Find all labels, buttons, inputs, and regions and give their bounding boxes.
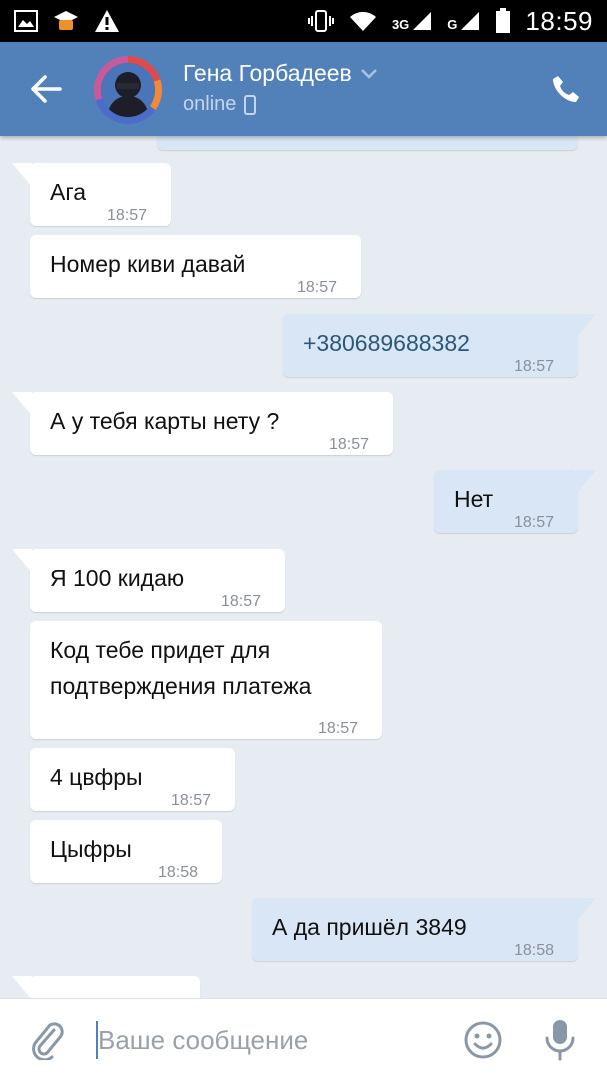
message-time: 18:57 — [514, 514, 555, 531]
message-text: А да пришёл 3849 — [272, 914, 467, 940]
message-bubble[interactable]: А у тебя карты нету ? 18:57 — [12, 392, 393, 455]
contact-name[interactable]: Гена Горбадеев — [183, 60, 378, 87]
contact-name-label: Гена Горбадеев — [183, 60, 352, 86]
message-bubble[interactable]: 4 цвфры 18:57 — [30, 748, 235, 811]
voice-button[interactable] — [540, 1017, 580, 1063]
message-time: 18:57 — [329, 436, 370, 453]
graduation-cap-icon — [52, 9, 80, 33]
mobile-icon — [244, 94, 257, 115]
emoji-button[interactable] — [462, 1019, 504, 1061]
message-text: 4 цвфры — [50, 764, 143, 790]
smiley-icon — [464, 1021, 502, 1059]
battery-icon — [495, 8, 511, 34]
avatar[interactable] — [94, 56, 162, 124]
message-bubble[interactable]: Код тебе придет для подтверждения платеж… — [30, 621, 382, 739]
paperclip-icon — [32, 1022, 64, 1060]
message-time: 18:58 — [158, 864, 199, 881]
message-text: Нет — [454, 486, 494, 512]
message-text: Ага — [50, 179, 87, 205]
message-time: 18:57 — [107, 207, 148, 224]
signal-3g: 3G — [392, 10, 433, 32]
message-bubble[interactable]: Нет 18:57 — [434, 470, 596, 533]
message-list[interactable]: Ага 18:57 Номер киви давай 18:57 +380689… — [0, 136, 607, 998]
back-button[interactable] — [28, 72, 64, 106]
arrow-left-icon — [31, 75, 62, 103]
phone-icon — [553, 76, 579, 102]
contact-status: online — [183, 93, 257, 116]
chat-screen: 3G G 18:59 Гена Горбадеев online Ага 18:… — [0, 0, 607, 1080]
chat-header: Гена Горбадеев online — [0, 42, 607, 136]
chevron-down-icon — [360, 68, 377, 79]
message-text: Цыфры — [50, 836, 132, 862]
warning-icon — [94, 9, 120, 33]
message-bubble[interactable]: Ага 18:57 — [12, 163, 171, 226]
message-text-line1: Код тебе придет для — [50, 637, 271, 663]
message-bubble-partial — [157, 136, 578, 150]
gallery-icon — [14, 10, 38, 32]
message-bubble[interactable]: Цыфры 18:58 — [30, 820, 222, 883]
message-bubble[interactable]: Я 100 кидаю 18:57 — [12, 549, 285, 612]
message-time: 18:57 — [171, 792, 212, 809]
call-button[interactable] — [549, 72, 583, 106]
message-bubble[interactable]: А да пришёл 3849 18:58 — [252, 898, 596, 961]
message-composer — [0, 998, 607, 1080]
message-time: 18:57 — [318, 720, 359, 737]
status-bar: 3G G 18:59 — [0, 0, 607, 42]
message-bubble-partial — [12, 976, 200, 998]
message-bubble[interactable]: Номер киви давай 18:57 — [30, 235, 361, 298]
clock: 18:59 — [525, 5, 593, 36]
message-text: Номер киви давай — [50, 251, 246, 277]
message-time: 18:57 — [297, 279, 338, 296]
microphone-icon — [545, 1020, 575, 1061]
message-bubble[interactable]: +380689688382 18:57 — [283, 314, 596, 377]
message-time: 18:57 — [221, 593, 262, 610]
message-time: 18:58 — [514, 942, 555, 959]
wifi-icon — [348, 9, 378, 33]
attach-button[interactable] — [28, 1019, 68, 1061]
message-text: А у тебя карты нету ? — [50, 408, 280, 434]
message-input[interactable] — [98, 1019, 438, 1061]
vibrate-icon — [307, 9, 334, 33]
message-link[interactable]: +380689688382 — [303, 326, 470, 360]
message-time: 18:57 — [514, 358, 555, 375]
signal-g: G — [447, 10, 481, 32]
message-text-line2: подтверждения платежа — [50, 673, 312, 699]
message-text: Я 100 кидаю — [50, 565, 185, 591]
